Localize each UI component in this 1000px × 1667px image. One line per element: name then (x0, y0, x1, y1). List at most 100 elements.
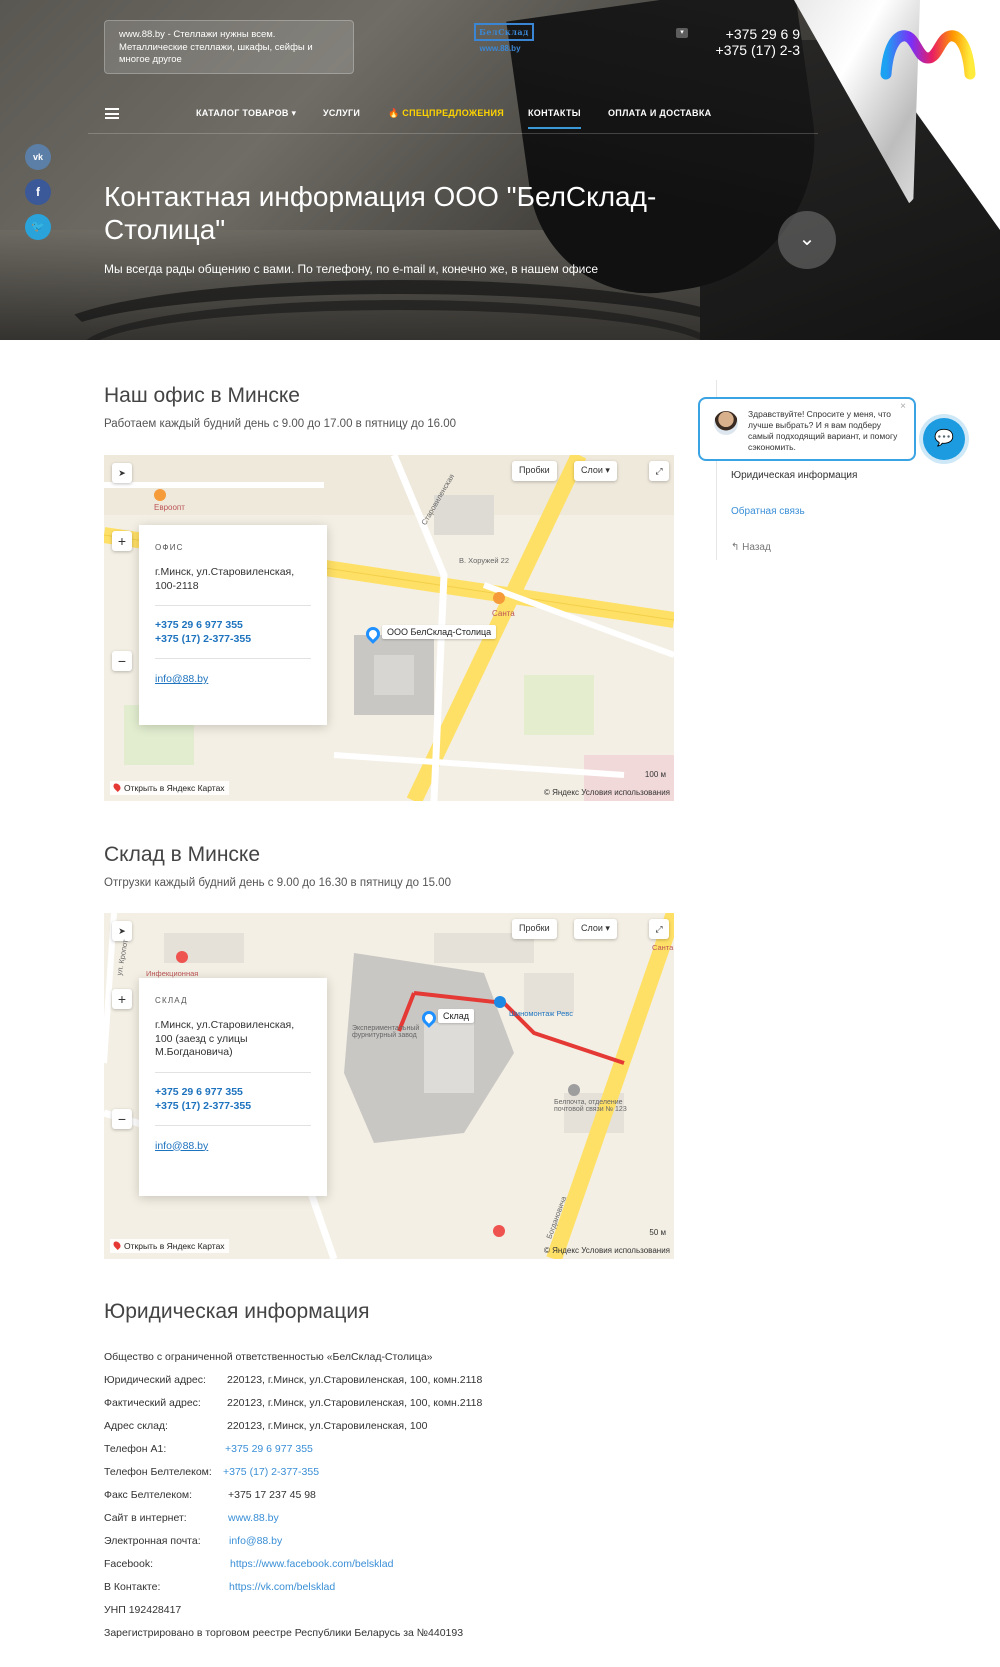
legal-site-link[interactable]: www.88.by (228, 1507, 279, 1530)
legal-value: 220123, г.Минск, ул.Старовиленская, 100,… (227, 1397, 483, 1409)
legal-vk-link[interactable]: https://vk.com/belsklad (229, 1576, 335, 1599)
map-zoom-in-button[interactable]: + (112, 531, 132, 551)
office-title: Наш офис в Минске (104, 384, 300, 407)
warehouse-address: г.Минск, ул.Старовиленская, 100 (заезд с… (155, 1019, 311, 1073)
warehouse-phone-1[interactable]: +375 29 6 977 355 (155, 1085, 311, 1099)
map-zoom-out-button[interactable]: − (112, 651, 132, 671)
page-subtitle: Мы всегда рады общению с вами. По телефо… (104, 262, 599, 276)
legal-info: Общество с ограниченной ответственностью… (104, 1346, 704, 1645)
map-fullscreen-icon[interactable]: ⤢ (649, 461, 669, 481)
office-email-link[interactable]: info@88.by (155, 659, 311, 685)
map-copyright[interactable]: © Яндекс Условия использования (544, 788, 670, 797)
legal-key: Электронная почта: (104, 1535, 201, 1547)
map-layers-button[interactable]: Слои ▾ (574, 461, 617, 481)
avatar (714, 411, 738, 435)
map-locate-icon[interactable]: ➤ (112, 463, 132, 483)
chat-icon[interactable]: 💬 (923, 418, 965, 460)
warehouse-map[interactable]: ➤ + − Пробки Слои ▾ ⤢ Склад Шиномонтаж Р… (104, 913, 674, 1259)
map-scale: 50 м (649, 1228, 666, 1237)
warehouse-title: Склад в Минске (104, 843, 261, 866)
facebook-icon[interactable]: f (25, 179, 51, 205)
legal-phone-a1-link[interactable]: +375 29 6 977 355 (225, 1438, 313, 1461)
legal-key: Сайт в интернет: (104, 1512, 187, 1524)
office-contact-card: офис г.Минск, ул.Старовиленская, 100-211… (139, 525, 327, 725)
office-phone-1[interactable]: +375 29 6 977 355 (155, 618, 311, 632)
legal-title: Юридическая информация (104, 1300, 370, 1323)
sidebar-item-feedback[interactable]: Обратная связь (731, 506, 805, 517)
legal-row: Зарегистрировано в торговом реестре Респ… (104, 1622, 704, 1645)
chat-message: Здравствуйте! Спросите у меня, что лучше… (748, 409, 898, 452)
legal-company-name: Общество с ограниченной ответственностью… (104, 1351, 433, 1363)
map-label-hospital: Инфекционная (146, 969, 199, 978)
legal-key: Телефон A1: (104, 1443, 167, 1455)
map-traffic-button[interactable]: Пробки (512, 919, 557, 939)
open-in-yandex-text: Открыть в Яндекс Картах (124, 783, 225, 793)
nav-item-specials[interactable]: 🔥 СПЕЦПРЕДЛОЖЕНИЯ (388, 108, 504, 119)
legal-value: +375 17 237 45 98 (228, 1489, 316, 1501)
open-in-yandex-link[interactable]: Открыть в Яндекс Картах (110, 1239, 229, 1253)
office-phones: +375 29 6 977 355 +375 (17) 2-377-355 (155, 606, 311, 659)
legal-key: Фактический адрес: (104, 1397, 201, 1409)
map-pin-label: Склад (438, 1009, 475, 1023)
logo-mark: БелСклад (474, 23, 534, 41)
legal-key: Телефон Белтелеком: (104, 1466, 212, 1478)
office-address: г.Минск, ул.Старовиленская, 100-2118 (155, 566, 311, 606)
legal-row: УНП 192428417 (104, 1599, 704, 1622)
legal-value: 220123, г.Минск, ул.Старовиленская, 100 (227, 1420, 428, 1432)
map-traffic-button[interactable]: Пробки (512, 461, 557, 481)
legal-value: 220123, г.Минск, ул.Старовиленская, 100,… (227, 1374, 483, 1386)
legal-key: Юридический адрес: (104, 1374, 206, 1386)
chat-popup[interactable]: Здравствуйте! Спросите у меня, что лучше… (698, 397, 916, 461)
vk-icon[interactable]: vk (25, 144, 51, 170)
office-hours: Работаем каждый будний день с 9.00 до 17… (104, 418, 457, 430)
warehouse-email-link[interactable]: info@88.by (155, 1126, 311, 1152)
menu-burger-icon[interactable] (105, 108, 119, 119)
nav-item-payment-delivery[interactable]: ОПЛАТА И ДОСТАВКА (608, 108, 711, 118)
map-label-post-office: Белпочта, отделение почтовой связи № 123 (554, 1099, 627, 1113)
map-zoom-in-button[interactable]: + (112, 989, 132, 1009)
legal-row: Юридический адрес: 220123, г.Минск, ул.Ст… (104, 1369, 704, 1392)
legal-key: В Контакте: (104, 1581, 161, 1593)
close-icon[interactable]: × (900, 401, 906, 412)
office-map[interactable]: ➤ + − Пробки Слои ▾ ⤢ ООО БелСклад-Столи… (104, 455, 674, 801)
nav-item-catalog[interactable]: КАТАЛОГ ТОВАРОВ ▾ (196, 108, 296, 119)
map-scale: 100 м (644, 770, 666, 779)
map-zoom-out-button[interactable]: − (112, 1109, 132, 1129)
open-in-yandex-link[interactable]: Открыть в Яндекс Картах (110, 781, 229, 795)
header-info-box: www.88.by - Стеллажи нужны всем. Металли… (104, 20, 354, 74)
nav-item-services[interactable]: УСЛУГИ (323, 108, 360, 118)
legal-facebook-link[interactable]: https://www.facebook.com/belsklad (230, 1553, 393, 1576)
map-fullscreen-icon[interactable]: ⤢ (649, 919, 669, 939)
open-in-yandex-text: Открыть в Яндекс Картах (124, 1241, 225, 1251)
legal-row: Телефон Белтелеком: +375 (17) 2-377-355 (104, 1461, 704, 1484)
site-logo[interactable]: БелСклад www.88.by (474, 22, 534, 68)
page-title: Контактная информация ООО "БелСклад-Стол… (104, 181, 657, 245)
legal-unp: УНП 192428417 (104, 1604, 182, 1616)
sidebar-item-legal[interactable]: Юридическая информация (731, 470, 857, 481)
legal-row: Электронная почта: info@88.by (104, 1530, 704, 1553)
warehouse-hours: Отгрузки каждый будний день с 9.00 до 16… (104, 877, 451, 889)
map-pin-label: ООО БелСклад-Столица (382, 625, 497, 639)
m-logo-icon[interactable] (878, 28, 978, 80)
map-label-santa: Санта (492, 609, 515, 618)
legal-row: Общество с ограниченной ответственностью… (104, 1346, 704, 1369)
map-layers-button[interactable]: Слои ▾ (574, 919, 617, 939)
sidebar-back-link[interactable]: ↰ Назад (731, 542, 771, 553)
map-label-tire-service: Шиномонтаж Ревс (509, 1009, 573, 1018)
map-locate-icon[interactable]: ➤ (112, 921, 132, 941)
header-info-text: www.88.by - Стеллажи нужны всем. Металли… (119, 29, 313, 65)
map-label-khoruzhey: В. Хоружей 22 (459, 556, 509, 565)
twitter-icon[interactable]: 🐦 (25, 214, 51, 240)
legal-phone-beltelecom-link[interactable]: +375 (17) 2-377-355 (223, 1461, 319, 1484)
legal-key: Факс Белтелеком: (104, 1489, 193, 1501)
phone-dropdown-icon[interactable]: ▾ (676, 28, 688, 38)
nav-item-contacts[interactable]: КОНТАКТЫ (528, 108, 581, 129)
warehouse-phone-2[interactable]: +375 (17) 2-377-355 (155, 1099, 311, 1113)
legal-email-link[interactable]: info@88.by (229, 1530, 282, 1553)
yandex-pin-icon (112, 1240, 122, 1250)
warehouse-card-label: склад (155, 996, 188, 1005)
office-phone-2[interactable]: +375 (17) 2-377-355 (155, 632, 311, 646)
map-label-evroopt: Евроопт (154, 503, 185, 512)
map-copyright[interactable]: © Яндекс Условия использования (544, 1246, 670, 1255)
yandex-pin-icon (112, 782, 122, 792)
